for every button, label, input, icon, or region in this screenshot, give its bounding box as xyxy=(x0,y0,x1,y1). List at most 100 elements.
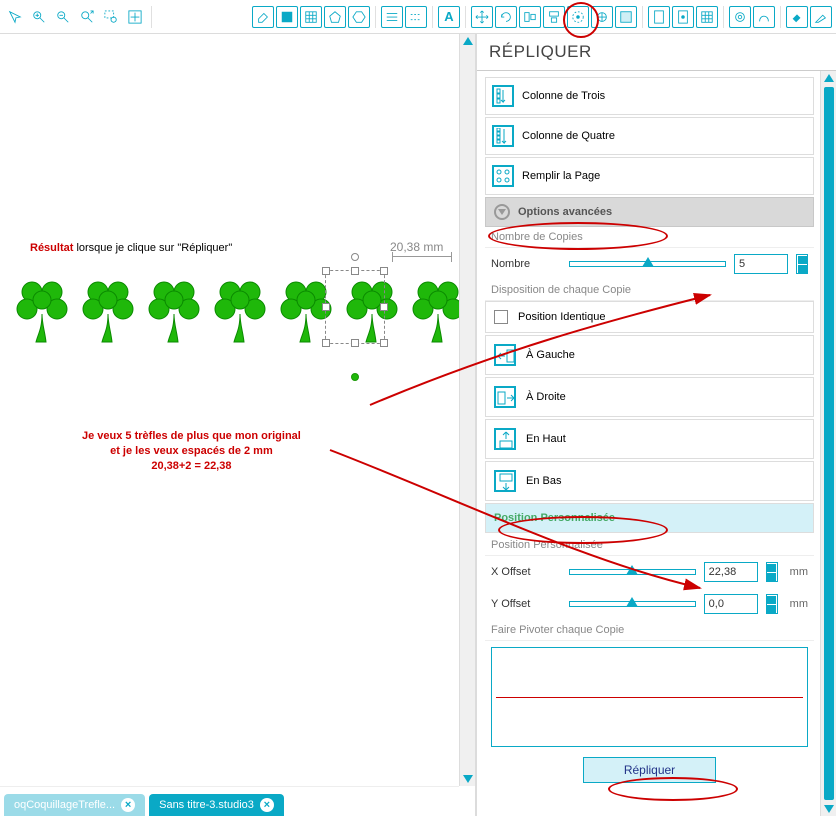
slider-knob-icon[interactable] xyxy=(626,565,638,575)
xoffset-input[interactable] xyxy=(704,562,758,582)
disposition-subheader: Disposition de chaque Copie xyxy=(485,280,814,301)
canvas-area[interactable]: Résultat lorsque je clique sur "Réplique… xyxy=(0,34,476,816)
spin-down-icon[interactable] xyxy=(767,605,776,613)
opt-label: À Gauche xyxy=(526,349,575,361)
move-icon[interactable] xyxy=(471,6,493,28)
hexagon-icon[interactable] xyxy=(348,6,370,28)
scroll-up-icon[interactable] xyxy=(824,74,834,82)
rotate-handle[interactable] xyxy=(351,253,359,261)
yoffset-slider[interactable] xyxy=(569,601,696,607)
xoffset-row: X Offset mm xyxy=(485,556,814,588)
pointer-icon[interactable] xyxy=(4,6,26,28)
fill-icon[interactable] xyxy=(786,6,808,28)
close-icon[interactable]: × xyxy=(121,798,135,812)
disposition-personnalisee[interactable]: Position Personnalisée xyxy=(485,503,814,533)
resize-handle[interactable] xyxy=(351,339,359,347)
replicate-button[interactable]: Répliquer xyxy=(583,757,716,783)
xoffset-spinner[interactable] xyxy=(766,562,778,582)
tab-document[interactable]: oqCoquillageTrefle... × xyxy=(4,794,145,816)
resize-handle[interactable] xyxy=(322,339,330,347)
spin-up-icon[interactable] xyxy=(798,256,807,264)
panel-content: Colonne de Trois Colonne de Quatre Rempl… xyxy=(477,71,820,816)
zoom-out-icon[interactable] xyxy=(52,6,74,28)
scroll-up-icon[interactable] xyxy=(463,37,473,45)
panel-scrollbar[interactable] xyxy=(820,71,836,816)
page1-icon[interactable] xyxy=(648,6,670,28)
option-remplir-page[interactable]: Remplir la Page xyxy=(485,157,814,195)
copies-input[interactable] xyxy=(734,254,788,274)
preview-line xyxy=(496,697,803,698)
copies-spinner[interactable] xyxy=(796,254,808,274)
disposition-haut[interactable]: En Haut xyxy=(485,419,814,459)
yoffset-input[interactable] xyxy=(704,594,758,614)
xoffset-slider[interactable] xyxy=(569,569,696,575)
line-style-icon[interactable] xyxy=(405,6,427,28)
replicate-icon[interactable] xyxy=(567,6,589,28)
scroll-down-icon[interactable] xyxy=(463,775,473,783)
resize-handle[interactable] xyxy=(322,303,330,311)
close-icon[interactable]: × xyxy=(260,798,274,812)
annotation-result-rest: lorsque je clique sur "Répliquer" xyxy=(73,242,232,254)
toolbar-sep xyxy=(465,6,466,28)
resize-handle[interactable] xyxy=(380,339,388,347)
spin-up-icon[interactable] xyxy=(767,564,776,572)
option-label: Colonne de Trois xyxy=(522,90,605,102)
resize-handle[interactable] xyxy=(351,267,359,275)
spin-up-icon[interactable] xyxy=(767,596,776,604)
rotate-handle-bottom[interactable] xyxy=(351,373,359,381)
trace2-icon[interactable] xyxy=(753,6,775,28)
grid-dense-icon[interactable] xyxy=(300,6,322,28)
option-label: Colonne de Quatre xyxy=(522,130,615,142)
knife-icon[interactable] xyxy=(810,6,832,28)
copies-slider[interactable] xyxy=(569,261,726,267)
arrow-up-icon xyxy=(494,428,516,450)
slider-knob-icon[interactable] xyxy=(626,597,638,607)
zoom-drag-icon[interactable] xyxy=(76,6,98,28)
line-weight-icon[interactable] xyxy=(381,6,403,28)
checkbox-icon[interactable] xyxy=(494,310,508,324)
pentagon-icon[interactable] xyxy=(324,6,346,28)
option-colonne-quatre[interactable]: Colonne de Quatre xyxy=(485,117,814,155)
disposition-identique[interactable]: Position Identique xyxy=(485,301,814,333)
chevron-down-icon xyxy=(494,204,510,220)
text-icon[interactable]: A xyxy=(438,6,460,28)
slider-knob-icon[interactable] xyxy=(642,257,654,267)
copies-row: Nombre xyxy=(485,248,814,280)
resize-handle[interactable] xyxy=(380,303,388,311)
fit-icon[interactable] xyxy=(124,6,146,28)
scroll-down-icon[interactable] xyxy=(824,805,834,813)
opt-label: Position Identique xyxy=(518,311,605,323)
custom-subheader: Position Personnalisée xyxy=(485,535,814,556)
yoffset-spinner[interactable] xyxy=(766,594,778,614)
spin-down-icon[interactable] xyxy=(767,573,776,581)
advanced-header[interactable]: Options avancées xyxy=(485,197,814,227)
clover-row xyxy=(12,274,468,344)
option-colonne-trois[interactable]: Colonne de Trois xyxy=(485,77,814,115)
clover xyxy=(210,274,270,344)
arrow-down-icon xyxy=(494,470,516,492)
rotate-icon[interactable] xyxy=(495,6,517,28)
eraser-icon[interactable] xyxy=(252,6,274,28)
scroll-thumb[interactable] xyxy=(824,87,834,800)
grid2-icon[interactable] xyxy=(696,6,718,28)
page2-icon[interactable] xyxy=(672,6,694,28)
trace1-icon[interactable] xyxy=(729,6,751,28)
resize-handle[interactable] xyxy=(322,267,330,275)
xoffset-label: X Offset xyxy=(491,566,561,578)
dimension-rule xyxy=(392,256,452,268)
canvas-scrollbar[interactable] xyxy=(459,34,475,786)
resize-handle[interactable] xyxy=(380,267,388,275)
selection-box[interactable] xyxy=(325,270,385,344)
disposition-bas[interactable]: En Bas xyxy=(485,461,814,501)
disposition-droite[interactable]: À Droite xyxy=(485,377,814,417)
align-v-icon[interactable] xyxy=(543,6,565,28)
zoom-in-icon[interactable] xyxy=(28,6,50,28)
spin-down-icon[interactable] xyxy=(798,265,807,273)
arrow-left-icon xyxy=(494,344,516,366)
disposition-gauche[interactable]: À Gauche xyxy=(485,335,814,375)
tab-document[interactable]: Sans titre-3.studio3 × xyxy=(149,794,284,816)
align-icon[interactable] xyxy=(519,6,541,28)
zoom-select-icon[interactable] xyxy=(100,6,122,28)
grid-icon[interactable] xyxy=(276,6,298,28)
layer-icon[interactable] xyxy=(615,6,637,28)
